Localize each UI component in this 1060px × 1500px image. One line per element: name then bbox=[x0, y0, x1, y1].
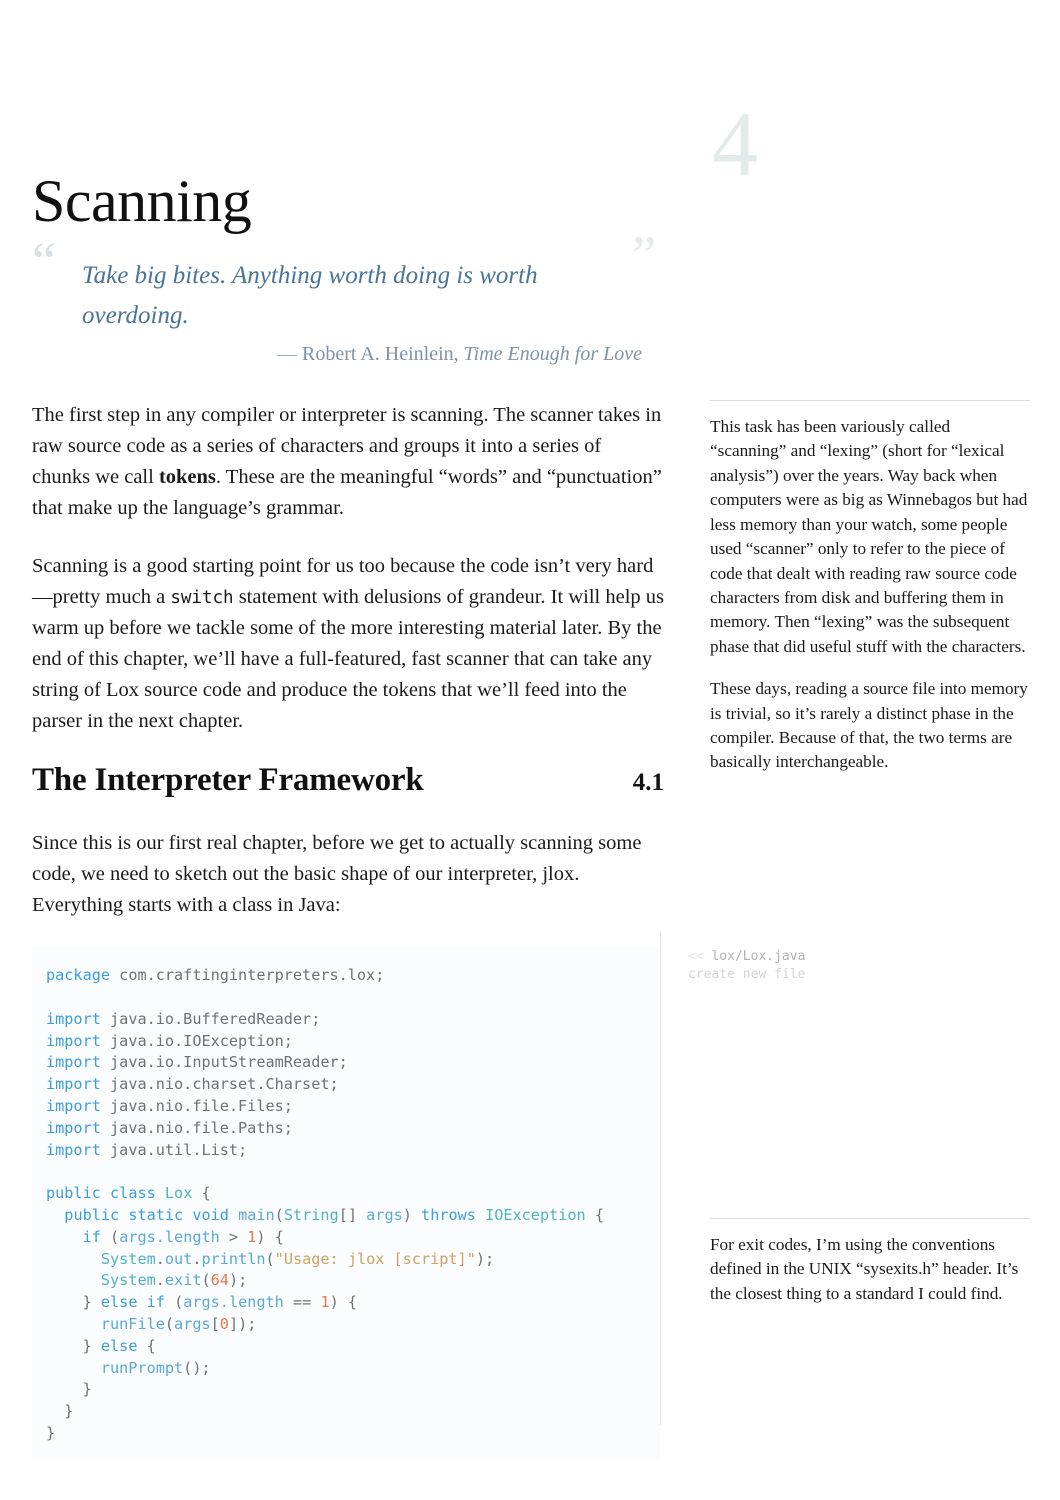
section-heading: The Interpreter Framework 4.1 bbox=[32, 762, 664, 799]
page-title: Scanning bbox=[32, 168, 252, 235]
open-quote-icon: “ bbox=[32, 231, 56, 291]
aside-scanning: This task has been variously called “sca… bbox=[710, 400, 1030, 793]
aside-rule bbox=[710, 400, 1030, 401]
annotation-file-path: lox/Lox.java bbox=[711, 949, 806, 964]
aside-exit-codes: For exit codes, I’m using the convention… bbox=[710, 1218, 1030, 1324]
section-heading-title: The Interpreter Framework bbox=[32, 762, 424, 798]
section-intro-block: Since this is our first real chapter, be… bbox=[32, 828, 664, 947]
aside-rule bbox=[710, 1218, 1030, 1219]
body-paragraph-2: Scanning is a good starting point for us… bbox=[32, 551, 664, 738]
body-paragraph-1: The first step in any compiler or interp… bbox=[32, 400, 664, 525]
epigraph-text: Take big bites. Anything worth doing is … bbox=[82, 262, 538, 329]
attribution-author: Robert A. Heinlein, bbox=[302, 343, 459, 365]
section-intro-paragraph: Since this is our first real chapter, be… bbox=[32, 832, 642, 917]
attribution-work: Time Enough for Love bbox=[463, 343, 642, 365]
code-annotation-line-1: << lox/Lox.java bbox=[688, 948, 1018, 966]
epigraph-attribution: — Robert A. Heinlein, Time Enough for Lo… bbox=[82, 340, 642, 368]
annotation-action: create new file bbox=[688, 967, 806, 982]
close-quote-icon: ” bbox=[632, 225, 656, 285]
main-text-column: The first step in any compiler or interp… bbox=[32, 400, 664, 764]
code-annotation-line-2: create new file bbox=[688, 966, 1018, 984]
chapter-number-watermark: 4 bbox=[712, 93, 758, 195]
tokens-term: tokens bbox=[158, 466, 216, 489]
attribution-dash: — bbox=[277, 343, 298, 365]
aside-scanning-paragraph-1: This task has been variously called “sca… bbox=[710, 417, 1028, 656]
page-canvas: 4 Scanning “ ” Take big bites. Anything … bbox=[0, 0, 1060, 1500]
section-heading-number: 4.1 bbox=[632, 769, 664, 796]
code-annotation: << lox/Lox.java create new file bbox=[688, 948, 1018, 984]
aside-exit-codes-paragraph-1: For exit codes, I’m using the convention… bbox=[710, 1235, 1019, 1303]
aside-scanning-paragraph-2: These days, reading a source file into m… bbox=[710, 679, 1028, 772]
inline-code-switch: switch bbox=[170, 587, 234, 608]
code-block[interactable]: package com.craftinginterpreters.lox; im… bbox=[32, 947, 660, 1459]
code-margin-divider bbox=[660, 932, 661, 1425]
annotation-marker-icon: << bbox=[688, 949, 704, 964]
